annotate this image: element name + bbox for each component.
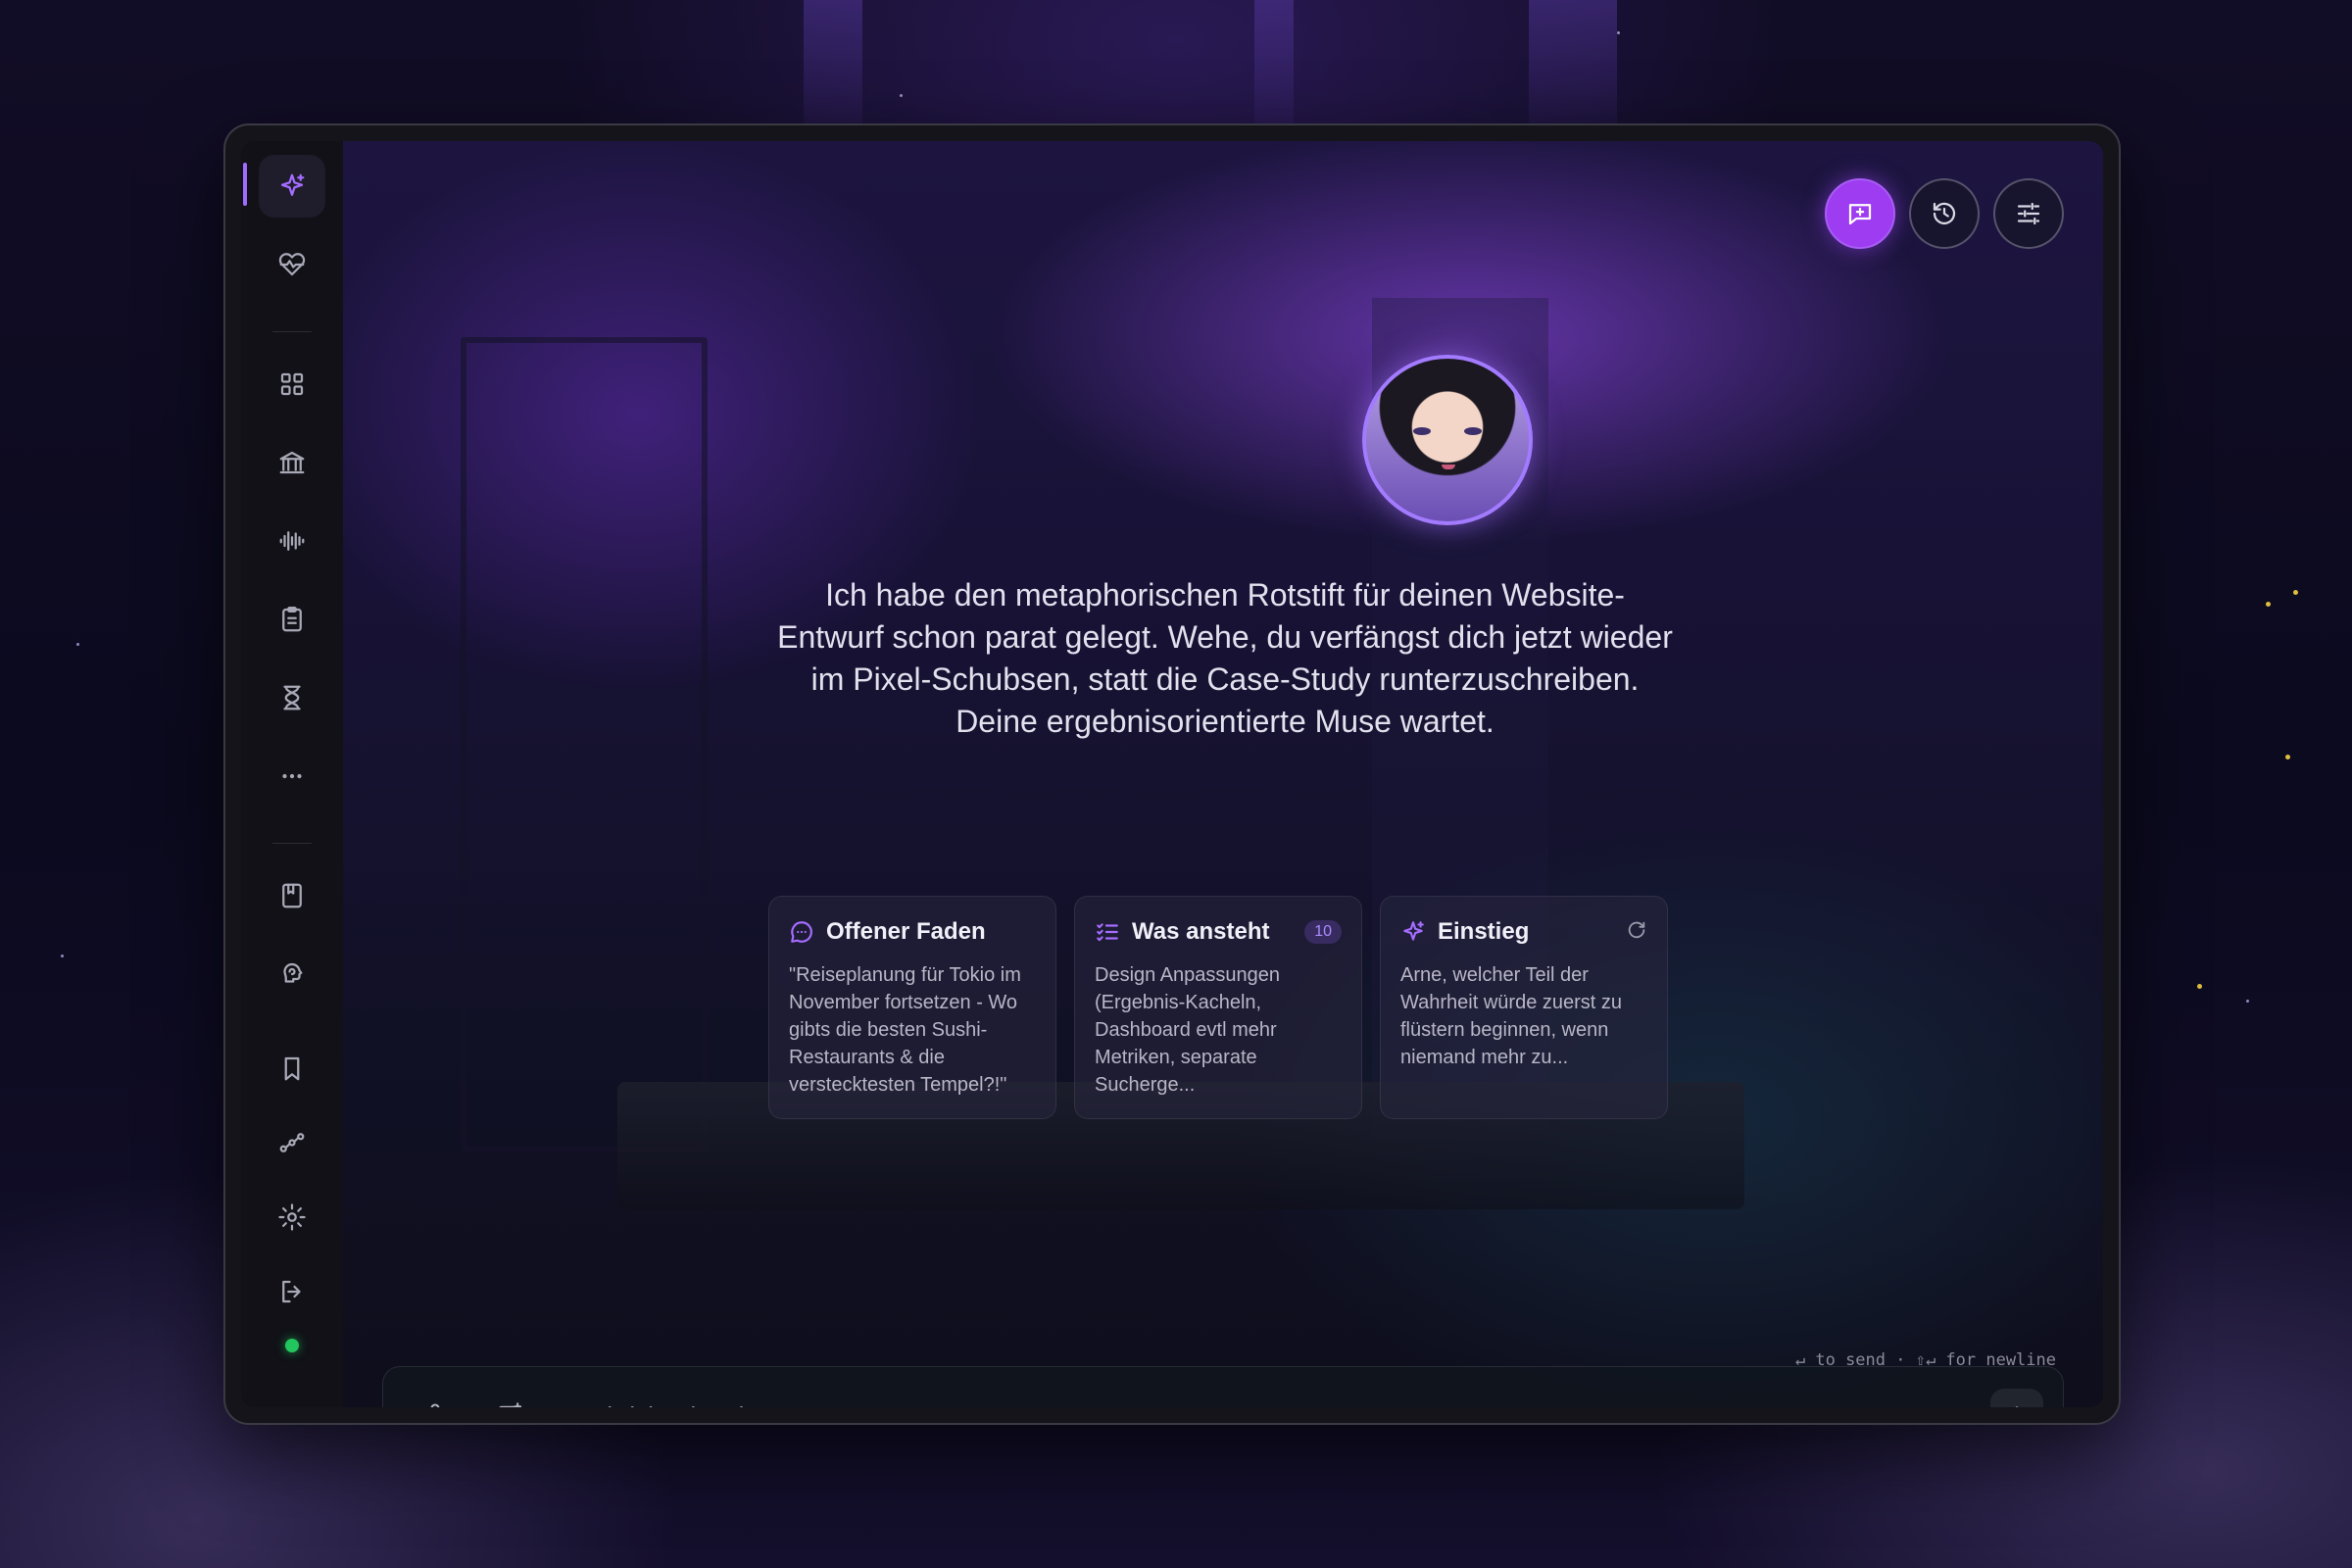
- avatar-eye: [1413, 427, 1431, 435]
- clipboard-icon: [282, 607, 302, 632]
- book-icon: [282, 883, 302, 908]
- history-button[interactable]: [1909, 178, 1980, 249]
- heart-pulse-icon: [278, 253, 306, 276]
- card-starter[interactable]: Einstieg Arne, welcher Teil der Wahrheit…: [1380, 896, 1668, 1119]
- card-body: Arne, welcher Teil der Wahrheit würde zu…: [1400, 964, 1623, 1068]
- sparkles-icon: [280, 173, 305, 196]
- logout-icon: [282, 1280, 301, 1303]
- image-upload-button[interactable]: [493, 1398, 526, 1407]
- history-icon: [1933, 202, 1956, 225]
- star: [2197, 984, 2202, 989]
- card-open-thread[interactable]: Offener Faden "Reiseplanung für Tokio im…: [768, 896, 1056, 1119]
- bank-icon: [279, 451, 305, 474]
- message-composer: [382, 1366, 2064, 1407]
- card-header: Was ansteht 10: [1095, 918, 1342, 946]
- sidebar-item-settings[interactable]: [259, 1186, 325, 1249]
- background-window: [461, 337, 708, 1152]
- workflow-icon: [279, 1133, 305, 1152]
- star: [900, 94, 903, 97]
- star: [2246, 1000, 2249, 1003]
- card-header: Einstieg: [1400, 918, 1647, 946]
- sidebar-item-timer[interactable]: [259, 666, 325, 729]
- sidebar: [241, 141, 344, 1407]
- count-badge: 10: [1304, 920, 1342, 944]
- sidebar-item-assistant[interactable]: [259, 155, 325, 218]
- avatar-eye: [1464, 427, 1482, 435]
- more-icon: [282, 773, 302, 779]
- avatar-mouth: [1442, 465, 1455, 469]
- assistant-message: Ich habe den metaphorischen Rotstift für…: [777, 577, 1673, 739]
- brain-icon: [283, 962, 303, 983]
- microphone-icon: [430, 1403, 440, 1407]
- star: [2293, 590, 2298, 595]
- star: [2285, 755, 2290, 760]
- card-header: Offener Faden: [789, 918, 1036, 946]
- hourglass-icon: [283, 685, 301, 710]
- card-title: Offener Faden: [826, 918, 986, 945]
- gear-icon: [278, 1203, 306, 1231]
- audio-wave-icon: [279, 531, 305, 551]
- header-actions: [1825, 178, 2064, 249]
- sliders-icon: [2017, 202, 2040, 225]
- keyboard-hint: ↵ to send · ⇧↵ for newline: [1794, 1350, 2056, 1370]
- microphone-button[interactable]: [418, 1398, 452, 1407]
- sidebar-item-journal[interactable]: [259, 864, 325, 927]
- send-button[interactable]: [1990, 1389, 2043, 1407]
- status-indicator: [285, 1339, 299, 1352]
- star: [1617, 31, 1620, 34]
- message-input[interactable]: [560, 1393, 1916, 1407]
- card-body: Design Anpassungen (Ergebnis-Kacheln, Da…: [1095, 964, 1281, 1096]
- image-add-icon: [499, 1402, 522, 1407]
- arrow-up-icon: [2015, 1406, 2019, 1407]
- sidebar-item-more[interactable]: [259, 745, 325, 808]
- refresh-button[interactable]: [1626, 919, 1647, 946]
- active-indicator: [243, 163, 247, 206]
- sidebar-divider: [272, 331, 312, 332]
- bookmark-icon: [284, 1056, 300, 1081]
- star: [61, 955, 64, 957]
- card-title: Was ansteht: [1132, 918, 1270, 945]
- refresh-icon: [1628, 921, 1645, 938]
- star: [2266, 602, 2271, 607]
- card-upcoming[interactable]: Was ansteht 10 Design Anpassungen (Ergeb…: [1074, 896, 1362, 1119]
- sidebar-item-memory[interactable]: [259, 943, 325, 1005]
- settings-sliders-button[interactable]: [1993, 178, 2064, 249]
- star: [76, 643, 79, 646]
- sidebar-item-workflows[interactable]: [259, 1111, 325, 1174]
- new-chat-icon: [1848, 204, 1872, 225]
- suggestion-cards: Offener Faden "Reiseplanung für Tokio im…: [768, 896, 1668, 1119]
- new-chat-button[interactable]: [1825, 178, 1895, 249]
- sidebar-item-logout[interactable]: [259, 1260, 325, 1323]
- sidebar-item-health[interactable]: [259, 233, 325, 296]
- sparkles-icon: [1403, 921, 1424, 941]
- sidebar-item-finance[interactable]: [259, 431, 325, 494]
- chat-thread-icon: [791, 921, 812, 943]
- checklist-icon: [1097, 923, 1118, 942]
- sidebar-item-dashboard[interactable]: [259, 353, 325, 416]
- card-body: "Reiseplanung für Tokio im November fort…: [789, 964, 1021, 1096]
- grid-icon: [280, 372, 304, 396]
- sidebar-item-audio[interactable]: [259, 510, 325, 572]
- sidebar-divider: [272, 843, 312, 844]
- assistant-avatar: [1362, 355, 1533, 525]
- app-container: Ich habe den metaphorischen Rotstift für…: [241, 141, 2103, 1407]
- app-window: Ich habe den metaphorischen Rotstift für…: [223, 123, 2121, 1425]
- card-title: Einstieg: [1438, 918, 1530, 945]
- sidebar-item-bookmarks[interactable]: [259, 1037, 325, 1100]
- chat-main: Ich habe den metaphorischen Rotstift für…: [343, 141, 2103, 1407]
- sidebar-item-tasks[interactable]: [259, 588, 325, 651]
